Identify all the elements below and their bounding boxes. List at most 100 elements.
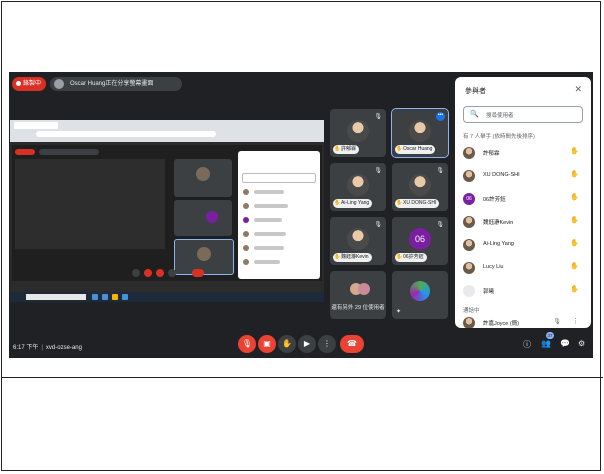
raised-hands-header: 有 7 人舉手 (依時間先後排序) xyxy=(463,134,535,140)
shared-control xyxy=(144,269,152,277)
mic-off-icon: 🎙 xyxy=(374,222,382,228)
avatar xyxy=(410,281,430,301)
separator: | xyxy=(41,345,43,351)
presenter-banner[interactable]: Oscar Huang正在分享螢幕畫面 xyxy=(50,77,182,91)
shared-tile xyxy=(174,159,232,197)
chat-icon[interactable]: 💬 xyxy=(560,339,570,348)
list-item[interactable]: Ai-Ling Yang ✋ xyxy=(463,237,583,253)
taskbar-app-icon xyxy=(122,294,128,300)
raise-hand-icon[interactable]: ✋ xyxy=(570,239,579,247)
shared-control xyxy=(156,269,164,277)
presenter-avatar xyxy=(54,79,64,89)
taskbar-app-icon xyxy=(92,294,98,300)
people-icon[interactable]: 👥 xyxy=(541,339,551,348)
raise-hand-icon[interactable]: ✋ xyxy=(570,193,579,201)
others-tile[interactable]: 還有另外 29 位使用者 xyxy=(330,271,386,319)
activities-icon[interactable]: ⚙ xyxy=(578,339,585,348)
shared-avatar xyxy=(196,167,210,182)
avatar xyxy=(409,120,431,142)
mic-off-icon: 🎙 xyxy=(374,114,382,120)
shared-tile xyxy=(174,239,234,275)
participant-name: 06許芳鈺 xyxy=(395,253,427,262)
info-icon[interactable]: ⓘ xyxy=(523,339,531,350)
taskbar-app-icon xyxy=(112,294,118,300)
shared-panel-row xyxy=(254,218,282,222)
mic-off-icon[interactable]: 🎙 xyxy=(553,318,561,325)
participant-name: XU DONG-SHI xyxy=(483,172,520,178)
shared-tile xyxy=(174,200,232,236)
avatar xyxy=(347,120,369,142)
raise-hand-icon[interactable]: ✋ xyxy=(570,147,579,155)
participant-name: XU DONG-SHI xyxy=(395,199,440,208)
raise-hand-icon[interactable]: ✋ xyxy=(570,216,579,224)
self-view-tile[interactable]: ✦ xyxy=(392,271,448,319)
participant-name: Oscar Huang xyxy=(395,145,436,154)
participant-tile[interactable]: 🎙 許郁霖 xyxy=(330,109,386,157)
shared-people-panel xyxy=(238,151,320,279)
shared-panel-avatar xyxy=(243,217,249,223)
taskbar-search xyxy=(26,294,86,300)
mic-toggle-button[interactable]: 🎙 xyxy=(238,335,256,353)
shared-recording-badge xyxy=(15,149,35,155)
raise-hand-button[interactable]: ✋ xyxy=(278,335,296,353)
participant-name: Ai-Ling Yang xyxy=(483,241,514,247)
list-item[interactable]: XU DONG-SHI ✋ xyxy=(463,168,583,184)
recording-label: 錄製中 xyxy=(23,81,42,87)
recording-dot-icon xyxy=(16,80,21,86)
windows-taskbar xyxy=(10,292,324,302)
participant-tile[interactable]: 🎙 Ai-Ling Yang xyxy=(330,163,386,211)
meeting-code: xvd-ozse-ang xyxy=(45,345,82,351)
participant-tile[interactable]: 🎙 XU DONG-SHI xyxy=(392,163,448,211)
shared-search-box xyxy=(242,173,316,183)
participant-tile-active[interactable]: ••• Oscar Huang xyxy=(391,108,449,158)
present-button[interactable]: ▶ xyxy=(298,335,316,353)
raise-hand-icon[interactable]: ✋ xyxy=(570,262,579,270)
shared-panel-avatar xyxy=(243,231,249,237)
participant-tile[interactable]: 🎙 魏鈺瀞Kevin xyxy=(330,217,386,265)
shared-control xyxy=(132,269,140,277)
list-item[interactable]: 許郁霖 ✋ xyxy=(463,145,583,161)
list-item[interactable]: Lucy Liu ✋ xyxy=(463,260,583,276)
in-call-header: 通話中 xyxy=(463,308,480,314)
shared-main-video xyxy=(15,159,165,249)
avatar xyxy=(409,174,431,196)
shared-panel-row xyxy=(254,260,280,264)
divider-line xyxy=(1,377,603,378)
list-item[interactable]: 郭曦 ✋ xyxy=(463,283,583,299)
shared-avatar xyxy=(197,246,211,261)
avatar xyxy=(347,174,369,196)
camera-off-icon: ▣ xyxy=(263,339,271,348)
close-icon[interactable]: ✕ xyxy=(574,84,582,95)
camera-toggle-button[interactable]: ▣ xyxy=(258,335,276,353)
participant-name: 許郁霖 xyxy=(483,151,500,157)
participant-name: 魏鈺瀞Kevin xyxy=(483,220,514,226)
raise-hand-icon[interactable]: ✋ xyxy=(570,170,579,178)
list-item[interactable]: 06 06許芳鈺 ✋ xyxy=(463,191,583,207)
search-input[interactable]: 🔍 搜尋使用者 xyxy=(463,106,583,123)
browser-tab xyxy=(14,122,58,129)
clock-time: 6:17 下午 xyxy=(13,345,39,351)
avatar xyxy=(358,283,370,295)
mic-off-icon: 🎙 xyxy=(436,222,444,228)
meeting-info: 6:17 下午 | xvd-ozse-ang xyxy=(13,342,82,351)
shared-panel-avatar xyxy=(243,203,249,209)
raise-hand-icon[interactable]: ✋ xyxy=(570,285,579,293)
participant-name: Ai-Ling Yang xyxy=(333,199,373,208)
list-item[interactable]: 許嘉Joyce (簡) 🎙 ⋮ xyxy=(463,315,583,328)
list-item[interactable]: 魏鈺瀞Kevin ✋ xyxy=(463,214,583,230)
initial-avatar: 06 xyxy=(409,228,431,250)
more-vert-icon[interactable]: ⋮ xyxy=(572,317,579,325)
panel-title: 參與者 xyxy=(465,88,486,95)
shared-control xyxy=(168,269,176,277)
participant-tile[interactable]: 06 🎙 06許芳鈺 xyxy=(392,217,448,265)
participant-name: 魏鈺瀞Kevin xyxy=(333,253,372,262)
shared-panel-row xyxy=(254,190,284,194)
more-options-icon[interactable]: ••• xyxy=(436,112,445,121)
end-call-button[interactable]: ☎ xyxy=(340,335,364,353)
others-count-label: 還有另外 29 位使用者 xyxy=(331,305,385,311)
avatar xyxy=(463,239,475,251)
more-options-button[interactable]: ⋮ xyxy=(318,335,336,353)
shared-panel-avatar xyxy=(243,189,249,195)
shared-panel-avatar xyxy=(243,245,249,251)
shared-panel-row xyxy=(254,246,284,250)
